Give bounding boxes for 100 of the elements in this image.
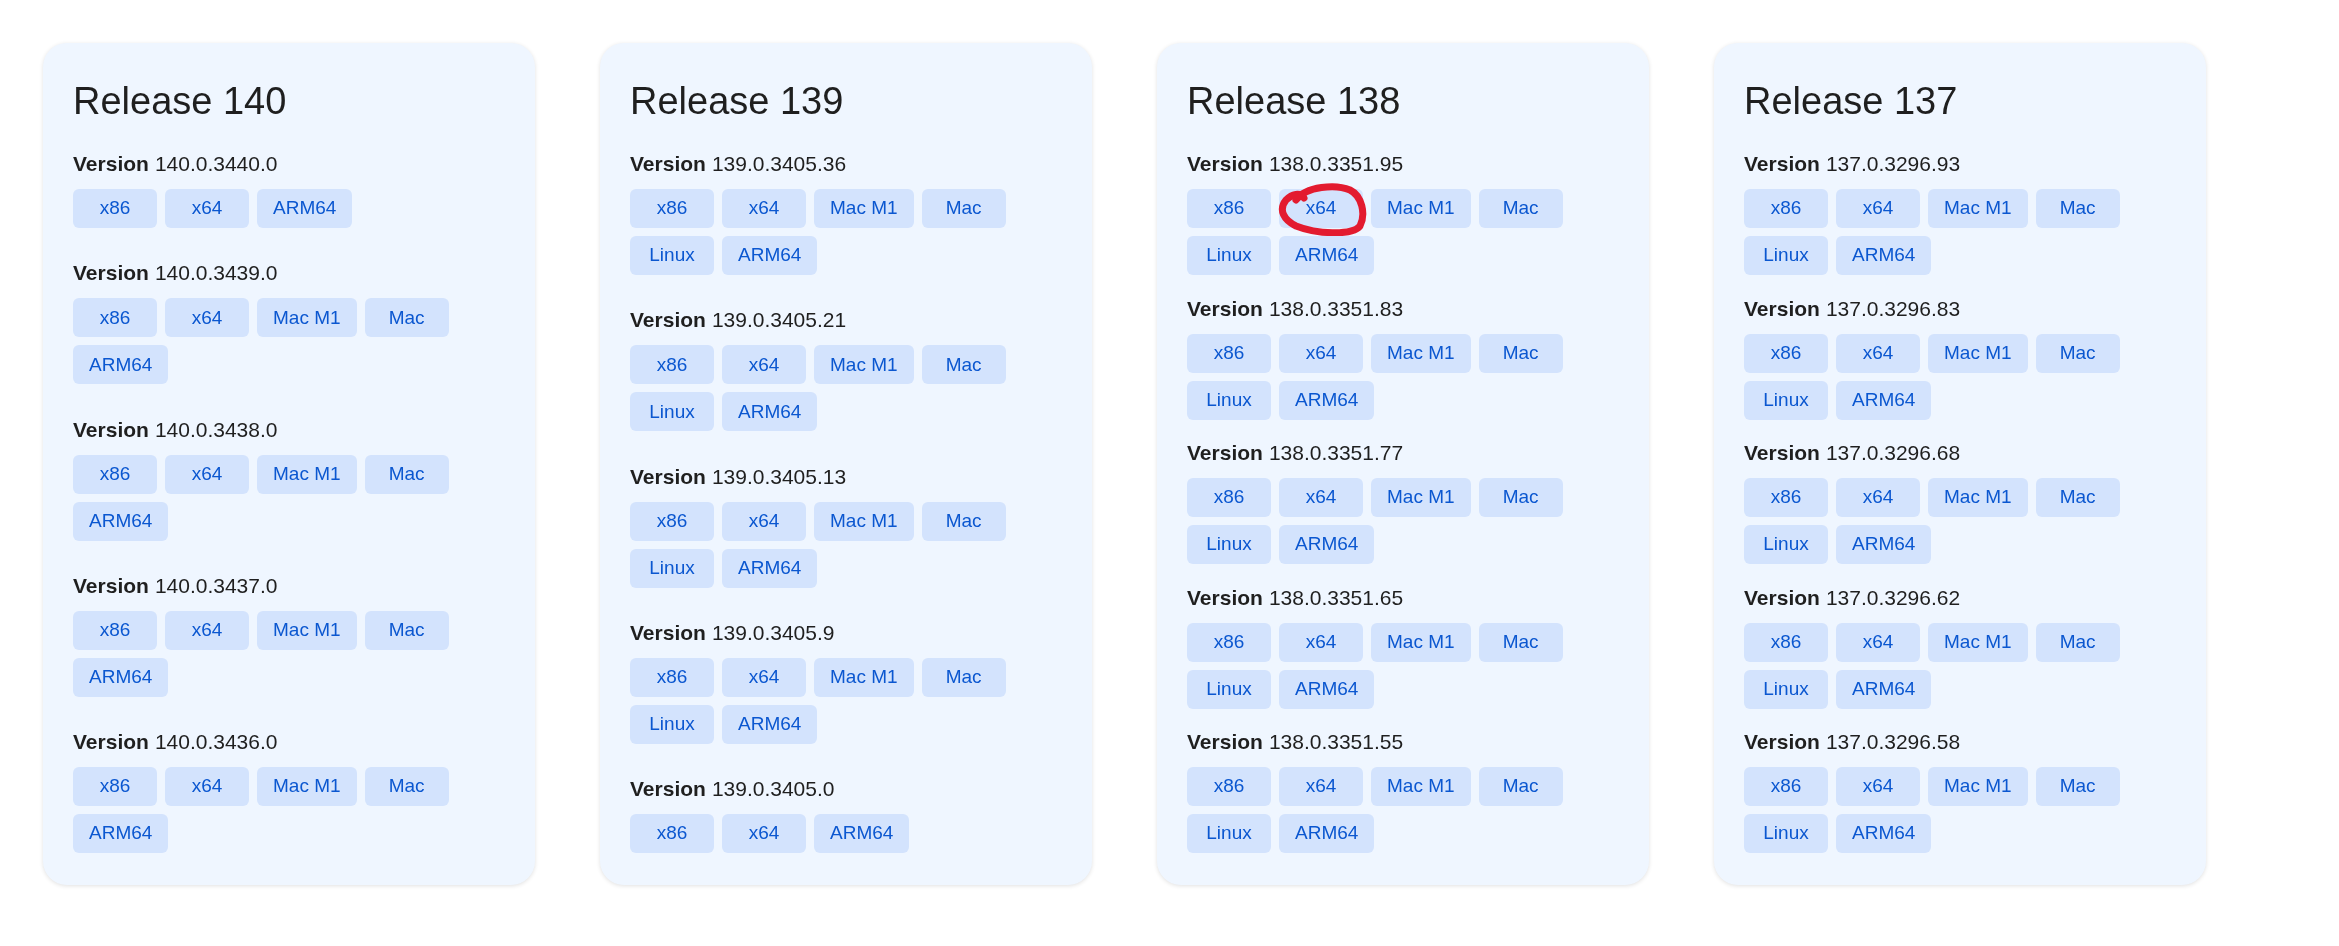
download-button[interactable]: Mac M1 (814, 189, 914, 228)
download-button[interactable]: Mac M1 (1371, 767, 1471, 806)
download-button[interactable]: x86 (1744, 767, 1828, 806)
download-button[interactable]: x64 (165, 298, 249, 338)
download-button[interactable]: x64 (722, 657, 806, 697)
download-button[interactable]: x86 (630, 814, 714, 853)
download-button[interactable]: Mac M1 (1371, 333, 1471, 373)
download-button[interactable]: Mac M1 (1371, 622, 1471, 662)
download-button[interactable]: Mac M1 (1928, 622, 2028, 662)
download-button[interactable]: x64 (1279, 622, 1363, 662)
download-button[interactable]: ARM64 (814, 814, 910, 853)
download-button[interactable]: x64 (722, 345, 806, 385)
download-button[interactable]: Mac (364, 454, 449, 494)
download-button[interactable]: Linux (1187, 380, 1271, 420)
download-button[interactable]: Mac (921, 501, 1006, 541)
download-button[interactable]: Linux (630, 704, 714, 744)
download-button[interactable]: ARM64 (1279, 525, 1375, 564)
download-button[interactable]: x86 (1187, 622, 1271, 662)
download-button[interactable]: ARM64 (73, 501, 169, 541)
download-button[interactable]: Mac M1 (257, 767, 357, 806)
download-button[interactable]: Linux (1187, 236, 1271, 275)
download-button[interactable]: ARM64 (1279, 814, 1375, 853)
download-button[interactable]: Mac M1 (1928, 478, 2028, 517)
download-button[interactable]: x64 (1836, 622, 1920, 662)
download-button[interactable]: x86 (73, 298, 157, 338)
download-button[interactable]: Mac (1478, 767, 1563, 806)
download-button[interactable]: Linux (1187, 669, 1271, 709)
download-button[interactable]: Linux (1744, 525, 1828, 564)
download-button[interactable]: x86 (1744, 478, 1828, 517)
download-button[interactable]: Mac M1 (1928, 189, 2028, 228)
download-button[interactable]: x64 (722, 814, 806, 853)
download-button[interactable]: Mac M1 (1371, 189, 1471, 228)
download-button[interactable]: ARM64 (73, 814, 169, 853)
download-button[interactable]: x64 (1836, 333, 1920, 373)
download-button[interactable]: x64 (165, 767, 249, 806)
download-button[interactable]: x64 (1836, 767, 1920, 806)
download-button[interactable]: x86 (73, 767, 157, 806)
download-button[interactable]: Linux (630, 236, 714, 275)
download-button[interactable]: x86 (1187, 478, 1271, 517)
download-button[interactable]: ARM64 (257, 189, 353, 228)
download-button[interactable]: Mac M1 (1928, 767, 2028, 806)
download-button[interactable]: Linux (1744, 669, 1828, 709)
download-button[interactable]: Mac (2035, 767, 2120, 806)
download-button[interactable]: x86 (630, 657, 714, 697)
download-button[interactable]: ARM64 (1836, 525, 1932, 564)
download-button[interactable]: x86 (630, 345, 714, 385)
download-button[interactable]: Linux (1187, 525, 1271, 564)
download-button[interactable]: ARM64 (722, 548, 818, 588)
download-button[interactable]: Mac M1 (1928, 333, 2028, 373)
download-button[interactable]: Mac (364, 610, 449, 650)
download-button[interactable]: x64 (165, 189, 249, 228)
download-button[interactable]: ARM64 (73, 657, 169, 697)
download-button[interactable]: Mac M1 (1371, 478, 1471, 517)
download-button[interactable]: Linux (1187, 814, 1271, 853)
download-button[interactable]: ARM64 (1279, 380, 1375, 420)
download-button[interactable]: x64 (1279, 767, 1363, 806)
download-button[interactable]: Mac M1 (814, 345, 914, 385)
download-button[interactable]: ARM64 (722, 392, 818, 432)
download-button[interactable]: x64 (1279, 478, 1363, 517)
download-button[interactable]: Mac M1 (814, 501, 914, 541)
download-button[interactable]: Mac (2035, 333, 2120, 373)
download-button[interactable]: Linux (1744, 814, 1828, 853)
download-button[interactable]: Mac (1478, 189, 1563, 228)
download-button[interactable]: ARM64 (1836, 380, 1932, 420)
download-button[interactable]: Mac M1 (257, 610, 357, 650)
download-button[interactable]: x64 (722, 501, 806, 541)
download-button[interactable]: ARM64 (1279, 669, 1375, 709)
download-button[interactable]: x64 (1279, 333, 1363, 373)
download-button[interactable]: Mac M1 (257, 298, 357, 338)
download-button[interactable]: Mac (364, 767, 449, 806)
download-button[interactable]: x64 (722, 189, 806, 228)
download-button[interactable]: Mac (1478, 622, 1563, 662)
download-button[interactable]: ARM64 (722, 704, 818, 744)
download-button[interactable]: Mac (364, 298, 449, 338)
download-button[interactable]: Mac (921, 345, 1006, 385)
download-button[interactable]: Linux (630, 392, 714, 432)
download-button[interactable]: x86 (1744, 189, 1828, 228)
download-button[interactable]: x86 (1744, 333, 1828, 373)
download-button[interactable]: ARM64 (1279, 236, 1375, 275)
download-button[interactable]: x86 (630, 189, 714, 228)
download-button[interactable]: x86 (1187, 333, 1271, 373)
download-button[interactable]: Mac (1478, 478, 1563, 517)
download-button[interactable]: x86 (73, 189, 157, 228)
download-button[interactable]: x86 (1744, 622, 1828, 662)
download-button[interactable]: ARM64 (1836, 669, 1932, 709)
download-button[interactable]: x64 (1836, 478, 1920, 517)
download-button[interactable]: Mac (921, 657, 1006, 697)
download-button[interactable]: x86 (73, 454, 157, 494)
download-button[interactable]: ARM64 (1836, 814, 1932, 853)
download-button[interactable]: Linux (630, 548, 714, 588)
download-button[interactable]: x86 (630, 501, 714, 541)
download-button[interactable]: ARM64 (1836, 236, 1932, 275)
download-button[interactable]: Linux (1744, 236, 1828, 275)
download-button[interactable]: ARM64 (73, 345, 169, 385)
download-button[interactable]: x86 (1187, 189, 1271, 228)
download-button[interactable]: Mac M1 (257, 454, 357, 494)
download-button[interactable]: Mac (1478, 333, 1563, 373)
download-button[interactable]: Mac (2035, 189, 2120, 228)
download-button[interactable]: x64 (165, 454, 249, 494)
download-button[interactable]: x64 (165, 610, 249, 650)
